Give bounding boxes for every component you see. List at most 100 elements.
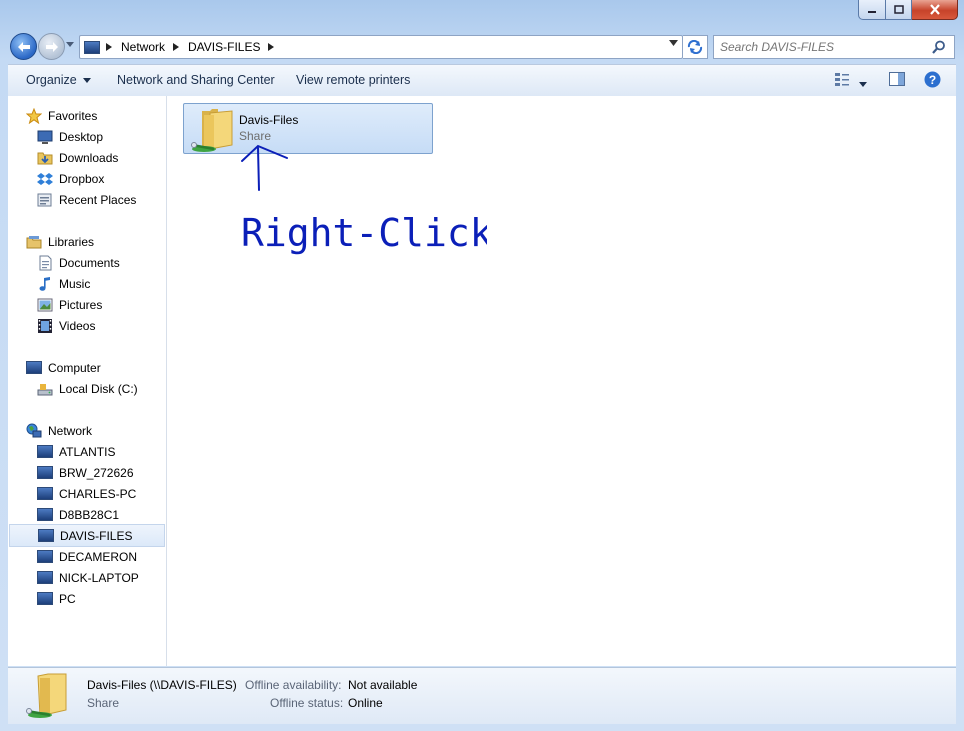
- navigation-bar: Network DAVIS-FILES: [0, 30, 964, 62]
- shared-folder-large-icon: [26, 673, 67, 718]
- sidebar-item-label: Libraries: [48, 234, 95, 249]
- sidebar-item-label: Favorites: [48, 108, 98, 123]
- maximize-icon: [893, 4, 904, 14]
- window-controls: [858, 0, 958, 20]
- back-arrow-icon: [17, 41, 30, 52]
- network-computer-icon: [37, 465, 53, 481]
- chevron-down-icon: [859, 82, 867, 87]
- sidebar-item-label: Dropbox: [59, 171, 105, 186]
- offline-availability-value: Not available: [348, 678, 418, 692]
- maximize-button[interactable]: [886, 0, 912, 20]
- sidebar-item-network[interactable]: Network: [26, 420, 182, 441]
- minimize-icon: [868, 10, 876, 13]
- help-button[interactable]: ?: [924, 71, 941, 91]
- sidebar-item-label: Documents: [59, 255, 120, 270]
- breadcrumb-davis-files[interactable]: DAVIS-FILES: [188, 40, 260, 54]
- back-button[interactable]: [10, 33, 37, 60]
- search-icon[interactable]: [932, 40, 946, 54]
- handwritten-annotation: Right-Click: [241, 144, 487, 255]
- network-computer-icon: [37, 591, 53, 607]
- network-computer-icon: [37, 444, 53, 460]
- change-view-button[interactable]: [834, 72, 850, 89]
- breadcrumb-arrow-icon[interactable]: [268, 43, 275, 51]
- sidebar-item-label: PC: [59, 591, 76, 606]
- annotation-arrow: [241, 144, 288, 191]
- network-icon: [84, 40, 100, 54]
- view-dropdown-button[interactable]: [859, 76, 867, 90]
- network-computer-icon: [38, 528, 54, 544]
- sidebar-item-label: Recent Places: [59, 192, 137, 207]
- recent-pages-dropdown-icon[interactable]: [66, 42, 74, 48]
- offline-status-label: Offline status:: [270, 696, 344, 710]
- forward-button[interactable]: [38, 33, 65, 60]
- refresh-button[interactable]: [683, 35, 708, 59]
- sidebar-item-label: Computer: [48, 360, 101, 375]
- breadcrumb-arrow-icon: [106, 43, 112, 51]
- network-computer-icon: [37, 507, 53, 523]
- sidebar-item-label: Local Disk (C:): [59, 381, 138, 396]
- sidebar-item-label: Pictures: [59, 297, 103, 312]
- breadcrumb-network[interactable]: Network: [121, 40, 165, 54]
- details-pane: Davis-Files (\\DAVIS-FILES) Share Offlin…: [8, 667, 956, 724]
- sidebar-item-davis-files[interactable]: DAVIS-FILES: [9, 524, 165, 547]
- file-list: Davis-Files Share Right-Click: [167, 96, 956, 666]
- sidebar-item-label: Desktop: [59, 129, 104, 144]
- details-type: Share: [87, 696, 120, 710]
- preview-pane-icon: [889, 72, 905, 86]
- sidebar-item-label: Videos: [59, 318, 96, 333]
- breadcrumb-arrow-icon[interactable]: [173, 43, 180, 51]
- sidebar-item-libraries[interactable]: Libraries: [26, 231, 182, 252]
- videos-icon: [37, 318, 53, 334]
- help-icon: ?: [924, 71, 941, 88]
- music-icon: [37, 276, 53, 292]
- recent-places-icon: [37, 192, 53, 208]
- close-button[interactable]: [912, 0, 958, 20]
- search-input[interactable]: [714, 39, 932, 55]
- navigation-pane: Favorites Desktop Downloads Dropbox Rece…: [8, 96, 167, 666]
- refresh-icon: [687, 40, 703, 54]
- svg-text:?: ?: [929, 73, 936, 87]
- details-title: Davis-Files (\\DAVIS-FILES): [87, 678, 237, 692]
- preview-pane-button[interactable]: [889, 72, 905, 89]
- network-globe-icon: [26, 423, 42, 439]
- network-sharing-center-button[interactable]: Network and Sharing Center: [117, 73, 275, 87]
- sidebar-item-label: Network: [48, 423, 93, 438]
- chevron-down-icon: [83, 78, 92, 84]
- dropbox-icon: [37, 171, 53, 187]
- minimize-button[interactable]: [858, 0, 886, 20]
- organize-button[interactable]: Organize: [26, 73, 92, 87]
- annotation-text: Right-Click: [241, 211, 487, 255]
- forward-arrow-icon: [45, 41, 58, 52]
- network-computer-icon: [37, 486, 53, 502]
- sidebar-item-label: DECAMERON: [59, 549, 138, 564]
- address-dropdown-icon[interactable]: [669, 40, 678, 47]
- sidebar-item-label: ATLANTIS: [59, 444, 116, 459]
- documents-icon: [37, 255, 53, 271]
- network-computer-icon: [37, 549, 53, 565]
- sidebar-item-label: BRW_272626: [59, 465, 134, 480]
- pictures-icon: [37, 297, 53, 313]
- downloads-folder-icon: [37, 150, 53, 166]
- star-icon: [26, 107, 42, 124]
- sidebar-item-label: D8BB28C1: [59, 507, 120, 522]
- share-name: Davis-Files: [239, 113, 299, 127]
- libraries-icon: [26, 234, 42, 250]
- desktop-icon: [37, 129, 53, 145]
- view-options-icon: [835, 73, 849, 86]
- sidebar-item-label: CHARLES-PC: [59, 486, 137, 501]
- view-remote-printers-button[interactable]: View remote printers: [296, 73, 410, 87]
- window-frame: Network DAVIS-FILES Organize Network and…: [0, 0, 964, 731]
- offline-status-value: Online: [348, 696, 383, 710]
- close-icon: [929, 4, 940, 15]
- sidebar-item-label: Downloads: [59, 150, 119, 165]
- sidebar-item-label: DAVIS-FILES: [60, 528, 133, 543]
- search-box[interactable]: [713, 35, 955, 59]
- drive-icon: [37, 381, 53, 397]
- sidebar-item-favorites[interactable]: Favorites: [26, 105, 182, 126]
- sidebar-item-label: NICK-LAPTOP: [59, 570, 139, 585]
- computer-icon: [26, 360, 42, 376]
- sidebar-item-computer[interactable]: Computer: [26, 357, 182, 378]
- address-bar[interactable]: Network DAVIS-FILES: [79, 35, 683, 59]
- sidebar-item-label: Music: [59, 276, 91, 291]
- command-bar: Organize Network and Sharing Center View…: [8, 64, 956, 97]
